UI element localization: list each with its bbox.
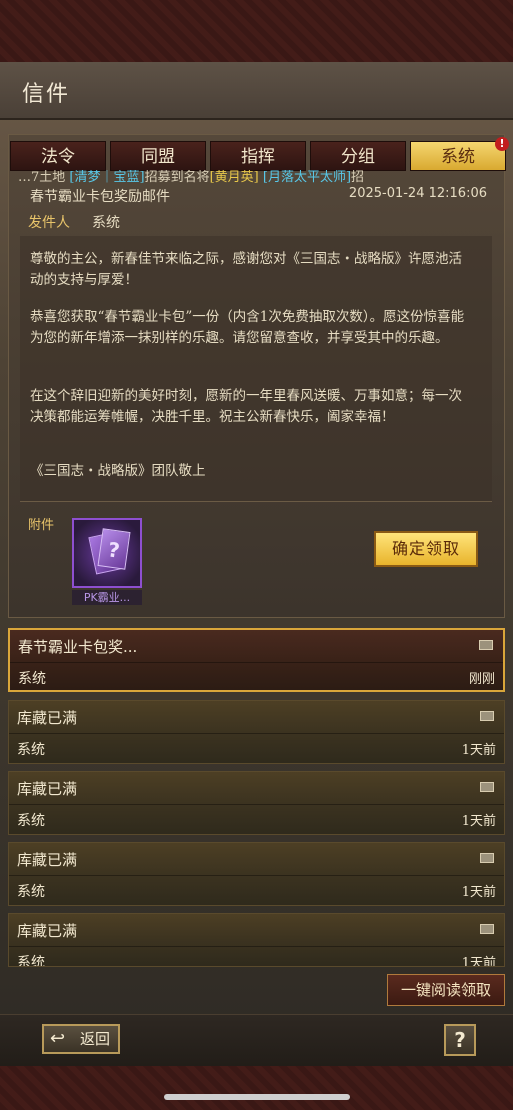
mail-item-time: 1天前	[461, 885, 496, 900]
divider	[9, 946, 504, 947]
mail-list-item[interactable]: 春节霸业卡包奖... 系统 刚刚	[8, 628, 505, 692]
envelope-icon	[480, 782, 494, 792]
mail-item-title: 库藏已满	[17, 851, 78, 869]
attachment-name: PK霸业...	[72, 590, 142, 605]
broadcast-ticker: …7土地 [清梦｜宝蓝]招募到名将[黄月英] [月落太平太师]招	[18, 170, 488, 186]
tab-label: 法令	[41, 147, 75, 167]
divider	[9, 733, 504, 734]
ticker-prefix: …7土地	[18, 170, 66, 185]
mail-item-sender: 系统	[17, 742, 45, 758]
envelope-icon	[479, 640, 493, 650]
title-bar	[0, 62, 513, 120]
card-pack-icon-front: ?	[97, 528, 131, 570]
mail-item-sender: 系统	[17, 955, 45, 967]
divider	[10, 662, 503, 663]
home-indicator[interactable]	[164, 1094, 350, 1100]
divider	[9, 875, 504, 876]
ticker-player-2: [月落太平太师]	[262, 170, 352, 185]
mail-item-title: 库藏已满	[17, 780, 78, 798]
ticker-suffix: 招	[351, 170, 365, 185]
back-button[interactable]: ↩ 返回	[42, 1024, 120, 1054]
sender-label: 发件人	[28, 215, 70, 231]
mail-list-item[interactable]: 库藏已满 系统 1天前	[8, 842, 505, 906]
mail-item-time: 刚刚	[468, 672, 495, 687]
mail-timestamp: 2025-01-24 12:16:06	[348, 186, 487, 201]
mail-item-title: 库藏已满	[17, 709, 78, 727]
bottom-decor-band	[0, 1066, 513, 1110]
mail-item-time: 1天前	[461, 814, 496, 829]
mail-paragraph: 在这个辞旧迎新的美好时刻，愿新的一年里春风送暖、万事如意；每一次决策都能运筹帷幄…	[30, 388, 462, 425]
tab-alliance[interactable]: 同盟	[110, 141, 206, 171]
ticker-player: [清梦｜宝蓝]	[69, 170, 145, 185]
divider	[9, 804, 504, 805]
tab-bar: 法令 同盟 指挥 分组 系统 !	[10, 137, 509, 171]
envelope-icon	[480, 924, 494, 934]
help-button[interactable]: ?	[444, 1024, 476, 1056]
tab-label: 分组	[341, 147, 375, 167]
page-title: 信件	[22, 82, 71, 107]
mail-signature: 《三国志・战略版》团队敬上	[30, 463, 206, 479]
ticker-text: 招募到名将	[144, 170, 210, 185]
back-arrow-icon: ↩	[50, 1028, 66, 1049]
mail-subject: 春节霸业卡包奖励邮件	[30, 189, 170, 205]
tab-label: 指挥	[241, 147, 275, 167]
mail-item-title: 库藏已满	[17, 922, 78, 940]
envelope-icon	[480, 711, 494, 721]
claim-button[interactable]: 确定领取	[374, 531, 478, 567]
mail-header: 春节霸业卡包奖励邮件 2025-01-24 12:16:06	[20, 186, 495, 206]
top-decor-band	[0, 0, 513, 62]
envelope-icon	[480, 853, 494, 863]
sender-value: 系统	[92, 215, 120, 231]
mail-item-sender: 系统	[18, 671, 46, 687]
mail-item-title: 春节霸业卡包奖...	[18, 638, 138, 656]
attachment-item[interactable]: ?	[72, 518, 142, 588]
mail-paragraph: 恭喜您获取“春节霸业卡包”一份（内含1次免费抽取次数）。愿这份惊喜能为您的新年增…	[30, 309, 465, 346]
mail-item-sender: 系统	[17, 813, 45, 829]
ticker-general: [黄月英]	[209, 170, 259, 185]
mail-list-item[interactable]: 库藏已满 系统 1天前	[8, 700, 505, 764]
mail-item-time: 1天前	[461, 743, 496, 758]
tab-command[interactable]: 指挥	[210, 141, 306, 171]
mail-paragraph: 尊敬的主公，新春佳节来临之际，感谢您对《三国志・战略版》许愿池活动的支持与厚爱！	[30, 251, 462, 288]
notification-badge: !	[495, 137, 509, 151]
back-label: 返回	[80, 1030, 111, 1048]
tab-decree[interactable]: 法令	[10, 141, 106, 171]
mail-item-time: 1天前	[461, 956, 496, 967]
read-all-button[interactable]: 一键阅读领取	[387, 974, 505, 1006]
attachment-label: 附件	[28, 518, 55, 533]
tab-system[interactable]: 系统 !	[410, 137, 509, 171]
tab-label: 同盟	[141, 147, 175, 167]
tab-group[interactable]: 分组	[310, 141, 406, 171]
mail-list-item[interactable]: 库藏已满 系统 1天前	[8, 771, 505, 835]
mail-item-sender: 系统	[17, 884, 45, 900]
tab-label: 系统	[441, 147, 475, 167]
mail-list-item[interactable]: 库藏已满 系统 1天前	[8, 913, 505, 967]
